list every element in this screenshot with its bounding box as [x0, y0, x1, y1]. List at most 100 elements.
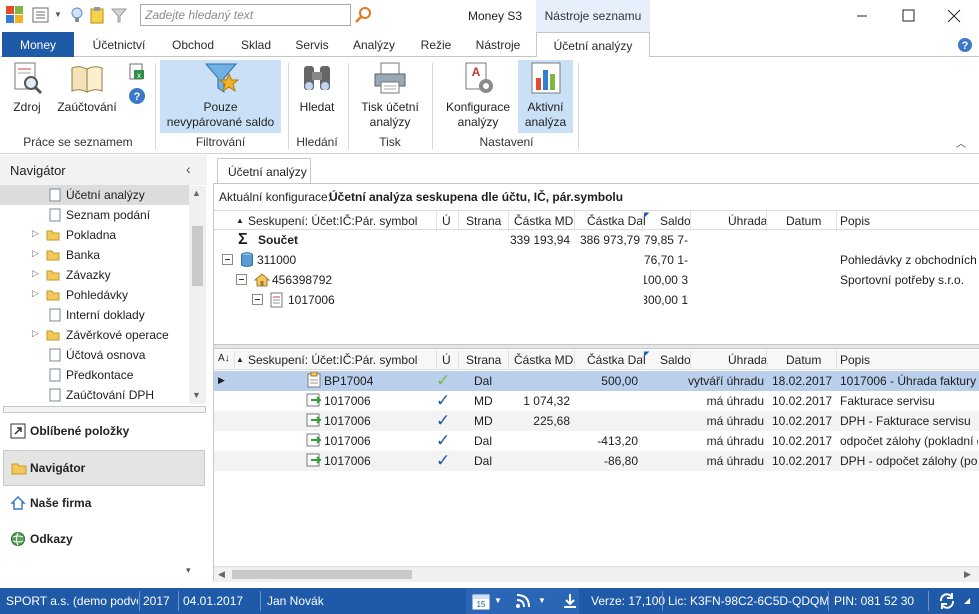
nav-nase-firma[interactable]: Naše firma: [0, 485, 207, 521]
col-uhrada[interactable]: Úhrada: [728, 353, 767, 367]
hledat-button[interactable]: Hledat: [294, 60, 340, 115]
horizontal-scrollbar[interactable]: ◀ ▶: [214, 566, 979, 582]
sync-icon[interactable]: [937, 591, 957, 611]
chevron-down-icon[interactable]: ▼: [494, 596, 502, 605]
scroll-left-icon[interactable]: ◀: [218, 569, 225, 580]
maximize-icon[interactable]: [898, 6, 918, 26]
nav-odkazy[interactable]: Odkazy: [0, 521, 207, 557]
help-icon[interactable]: ?: [957, 37, 973, 53]
tab-analyzy[interactable]: Analýzy: [345, 32, 403, 57]
zauctovani-button[interactable]: Zaúčtování: [54, 60, 120, 115]
col-saldo[interactable]: Saldo: [660, 214, 691, 228]
nav-navigator[interactable]: Navigátor: [3, 450, 205, 486]
tab-nastroje[interactable]: Nástroje: [468, 32, 528, 57]
tab-obchod[interactable]: Obchod: [160, 32, 226, 57]
clipboard-icon[interactable]: [88, 6, 106, 24]
expand-arrow-icon[interactable]: ▷: [32, 248, 46, 262]
minimize-icon[interactable]: [852, 6, 872, 26]
sort-az-icon[interactable]: A↓: [218, 353, 230, 364]
collapse-icon[interactable]: [222, 254, 233, 265]
filter-icon[interactable]: [110, 6, 128, 24]
sort-ascending-icon[interactable]: ▲: [236, 216, 244, 225]
collapse-icon[interactable]: [252, 294, 263, 305]
search-input[interactable]: Zadejte hledaný text: [140, 4, 351, 26]
list-icon[interactable]: [32, 6, 50, 24]
tree-item-ucetni-analyzy[interactable]: Účetní analýzy: [0, 185, 190, 205]
chevron-down-icon[interactable]: ▾: [186, 565, 191, 576]
scrollbar-thumb[interactable]: [192, 226, 203, 286]
expand-arrow-icon[interactable]: ▷: [32, 268, 46, 282]
col-seskupeni[interactable]: Seskupení: Účet:IČ:Pár. symbol: [248, 353, 417, 367]
tree-item-uctova-osnova[interactable]: Účtová osnova: [0, 345, 190, 365]
expand-arrow-icon[interactable]: ▷: [32, 228, 46, 242]
tab-ucetnictvi[interactable]: Účetnictví: [80, 32, 158, 57]
search-icon[interactable]: [352, 5, 374, 25]
table-row[interactable]: ▶ BP17004 ✓ Dal 500,00 vytváří úhradu 18…: [214, 371, 979, 391]
chevron-down-icon[interactable]: ▼: [538, 596, 546, 605]
tree-item-zaverkove-operace[interactable]: ▷ Závěrkové operace: [0, 325, 190, 345]
scroll-up-icon[interactable]: ▲: [192, 188, 201, 198]
tree-item-zauctovani-dph[interactable]: Zaúčtování DPH: [0, 385, 190, 405]
tab-money[interactable]: Money: [2, 32, 74, 57]
col-castka-md[interactable]: Částka MD: [514, 353, 573, 367]
group-row-account[interactable]: 311000 -1 276,70 Pohledávky z obchodních…: [214, 250, 979, 270]
col-strana[interactable]: Strana: [466, 353, 501, 367]
col-castka-md[interactable]: Částka MD: [514, 214, 573, 228]
col-datum[interactable]: Datum: [786, 214, 821, 228]
pouze-nevyparovane-button[interactable]: Pouze nevypárované saldo: [160, 60, 281, 133]
calendar-icon[interactable]: 15: [472, 592, 490, 610]
scroll-right-icon[interactable]: ▶: [964, 569, 971, 580]
zdroj-button[interactable]: Zdroj: [6, 60, 48, 115]
sort-ascending-icon[interactable]: ▲: [236, 355, 244, 364]
col-popis[interactable]: Popis: [840, 353, 870, 367]
col-seskupeni[interactable]: Seskupení: Účet:IČ:Pár. symbol: [248, 214, 417, 228]
app-logo-icon[interactable]: [6, 6, 24, 24]
excel-export-icon[interactable]: x: [128, 63, 146, 81]
col-u[interactable]: Ú: [442, 214, 451, 228]
chevron-down-icon[interactable]: ▼: [54, 10, 62, 19]
table-row[interactable]: 1017006 ✓ MD 225,68 má úhradu 10.02.2017…: [214, 411, 979, 431]
tab-servis[interactable]: Servis: [286, 32, 338, 57]
lightbulb-icon[interactable]: [68, 6, 86, 24]
resize-grip-icon[interactable]: ◢: [964, 596, 970, 605]
tab-ucetni-analyzy[interactable]: Účetní analýzy: [536, 32, 650, 58]
sum-row[interactable]: Σ Součet 339 193,94 386 973,79 -7 779,85: [214, 230, 979, 250]
col-castka-dal[interactable]: Částka Dal: [587, 353, 646, 367]
tree-item-pokladna[interactable]: ▷ Pokladna: [0, 225, 190, 245]
expand-arrow-icon[interactable]: ▷: [32, 328, 46, 342]
konfigurace-analyzy-button[interactable]: A Konfigurace analýzy: [440, 60, 516, 130]
table-row[interactable]: 1017006 ✓ Dal -413,20 má úhradu 10.02.20…: [214, 431, 979, 451]
chevron-left-icon[interactable]: ‹: [186, 161, 191, 177]
group-row-symbol[interactable]: 1017006 1 300,00: [214, 290, 979, 310]
document-tab[interactable]: Účetní analýzy: [217, 158, 311, 184]
table-row[interactable]: 1017006 ✓ Dal -86,80 má úhradu 10.02.201…: [214, 451, 979, 471]
table-row[interactable]: 1017006 ✓ MD 1 074,32 má úhradu 10.02.20…: [214, 391, 979, 411]
help-circle-icon[interactable]: ?: [128, 87, 146, 105]
col-uhrada[interactable]: Úhrada: [728, 214, 767, 228]
nav-oblibene-polozky[interactable]: Oblíbené položky: [0, 413, 207, 449]
navigator-scrollbar[interactable]: ▲ ▼: [189, 186, 206, 404]
col-popis[interactable]: Popis: [840, 214, 870, 228]
collapse-ribbon-icon[interactable]: ︿: [956, 135, 966, 150]
aktivni-analyza-button[interactable]: Aktivní analýza: [518, 60, 573, 133]
tree-item-banka[interactable]: ▷ Banka: [0, 245, 190, 265]
col-castka-dal[interactable]: Částka Dal: [587, 214, 646, 228]
tab-sklad[interactable]: Sklad: [230, 32, 282, 57]
navigator-splitter[interactable]: [3, 406, 206, 413]
col-datum[interactable]: Datum: [786, 353, 821, 367]
tisk-ucetni-analyzy-button[interactable]: Tisk účetní analýzy: [354, 60, 426, 130]
tab-rezie[interactable]: Režie: [414, 32, 458, 57]
rss-icon[interactable]: [514, 592, 532, 610]
grid-splitter[interactable]: [214, 344, 979, 349]
tree-item-interni-doklady[interactable]: Interní doklady: [0, 305, 190, 325]
group-row-ico[interactable]: 456398792 3 100,00 Sportovní potřeby s.r…: [214, 270, 979, 290]
download-icon[interactable]: [561, 592, 579, 610]
tree-item-zavazky[interactable]: ▷ Závazky: [0, 265, 190, 285]
scroll-down-icon[interactable]: ▼: [192, 390, 201, 400]
close-icon[interactable]: [944, 6, 964, 26]
scrollbar-thumb[interactable]: [232, 570, 412, 579]
tree-item-predkontace[interactable]: Předkontace: [0, 365, 190, 385]
tree-item-pohledavky[interactable]: ▷ Pohledávky: [0, 285, 190, 305]
col-u[interactable]: Ú: [442, 353, 451, 367]
expand-arrow-icon[interactable]: ▷: [32, 288, 46, 302]
